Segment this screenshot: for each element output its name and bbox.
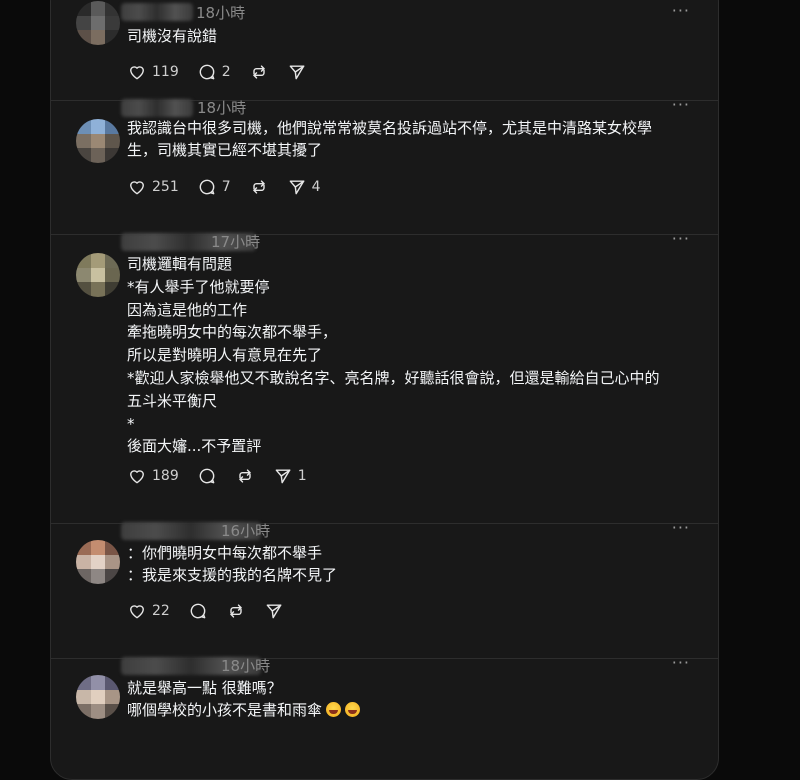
post-text-line: 司機邏輯有問題 <box>127 255 233 273</box>
comment-count: 2 <box>221 64 231 80</box>
post-text-line: 所以是對曉明人有意見在先了 <box>127 346 323 365</box>
post-text-line: *歡迎人家檢舉他又不敢說名字、亮名牌，好聽話很會說，但還是輸給自己心中的 <box>127 368 660 387</box>
avatar[interactable] <box>76 540 120 584</box>
reply-post: 16小時 ··· ：你們曉明女中每次都不舉手 ：我是來支援的我的名牌不見了 22 <box>51 518 718 659</box>
post-text-line: 司機沒有說錯 <box>127 27 218 45</box>
post-text: 司機沒有說錯 <box>127 25 217 47</box>
like-count: 22 <box>152 603 170 619</box>
share-button[interactable]: 4 <box>287 177 321 197</box>
post-text-line: 哪個學校的小孩不是書和雨傘 <box>127 699 361 721</box>
post-text-line: ：你們曉明女中每次都不舉手 <box>127 544 323 562</box>
reply-post: 17小時 ··· 司機邏輯有問題 *有人舉手了他就要停 因為這是他的工作 牽拖曉… <box>51 229 718 524</box>
share-button[interactable]: 1 <box>273 466 307 486</box>
share-icon <box>266 604 282 619</box>
post-text-line: 五斗米平衡尺 <box>127 391 218 410</box>
laughing-emoji-icon <box>345 702 361 717</box>
reply-post: 18小時 ··· 我認識台中很多司機，他們說常常被莫名投訴過站不停，尤其是中清路… <box>51 95 718 235</box>
more-icon[interactable]: ··· <box>672 95 690 114</box>
repost-button[interactable] <box>249 177 269 197</box>
share-count: 1 <box>297 468 307 484</box>
comment-button[interactable]: 7 <box>197 177 231 197</box>
avatar[interactable] <box>76 675 120 719</box>
comment-button[interactable] <box>188 601 208 621</box>
like-count: 119 <box>152 64 179 80</box>
comment-count: 7 <box>221 179 231 195</box>
post-actions: 189 1 <box>127 466 325 486</box>
like-button[interactable]: 119 <box>127 62 179 82</box>
repost-icon <box>252 65 265 79</box>
like-count: 251 <box>152 179 179 195</box>
post-actions: 22 <box>127 601 302 621</box>
thread-reply-list: 18小時 ··· 司機沒有說錯 119 2 18小時 ··· 我認識台中很多司機… <box>50 0 719 780</box>
post-text-line: *有人舉手了他就要停 <box>127 277 270 296</box>
post-text-line: * <box>127 414 135 433</box>
avatar[interactable] <box>76 253 120 297</box>
repost-button[interactable] <box>249 62 269 82</box>
post-text-line: ：我是來支援的我的名牌不見了 <box>127 566 338 584</box>
post-text-segment: 哪個學校的小孩不是書和雨傘 <box>127 701 323 719</box>
post-text: 司機邏輯有問題 *有人舉手了他就要停 因為這是他的工作 牽拖曉明女中的每次都不舉… <box>127 253 660 458</box>
comment-icon <box>199 64 215 80</box>
more-icon[interactable]: ··· <box>672 653 690 672</box>
share-icon <box>289 65 305 80</box>
post-actions: 251 7 4 <box>127 177 339 197</box>
avatar[interactable] <box>76 1 120 45</box>
laughing-emoji-icon <box>326 702 342 717</box>
post-time: 16小時 <box>221 522 271 540</box>
like-count: 189 <box>152 468 179 484</box>
comment-icon <box>190 603 206 619</box>
post-text-line: 後面大嬸...不予置評 <box>127 437 262 456</box>
comment-icon <box>199 179 215 195</box>
post-time: 17小時 <box>211 233 261 251</box>
comment-icon <box>199 468 215 484</box>
repost-button[interactable] <box>226 601 246 621</box>
post-time: 18小時 <box>197 99 247 117</box>
repost-icon <box>230 604 242 618</box>
comment-button[interactable] <box>197 466 217 486</box>
more-icon[interactable]: ··· <box>672 1 690 20</box>
post-actions: 119 2 <box>127 62 325 82</box>
like-button[interactable]: 251 <box>127 177 179 197</box>
more-icon[interactable]: ··· <box>672 229 690 248</box>
share-icon <box>289 180 305 195</box>
share-count: 4 <box>311 179 321 195</box>
heart-icon <box>130 66 144 80</box>
share-icon <box>275 469 291 484</box>
share-button[interactable] <box>264 601 284 621</box>
share-button[interactable] <box>287 62 307 82</box>
post-text: 我認識台中很多司機，他們說常常被莫名投訴過站不停，尤其是中清路某女校學 生，司機… <box>127 117 652 161</box>
reply-post: 18小時 ··· 就是舉高一點 很難嗎？ 哪個學校的小孩不是書和雨傘 <box>51 653 718 779</box>
more-icon[interactable]: ··· <box>672 518 690 537</box>
post-text-line: 生，司機其實已經不堪其擾了 <box>127 141 323 159</box>
avatar[interactable] <box>76 119 120 163</box>
post-time: 18小時 <box>221 657 271 675</box>
post-text: 就是舉高一點 很難嗎？ 哪個學校的小孩不是書和雨傘 <box>127 677 361 721</box>
repost-icon <box>239 469 251 483</box>
post-text-line: 牽拖曉明女中的每次都不舉手， <box>127 323 338 342</box>
post-text-line: 我認識台中很多司機，他們說常常被莫名投訴過站不停，尤其是中清路某女校學 <box>127 119 653 137</box>
post-text-line: 因為這是他的工作 <box>127 300 248 319</box>
like-button[interactable]: 22 <box>127 601 170 621</box>
reply-post: 18小時 ··· 司機沒有說錯 119 2 <box>51 0 718 101</box>
heart-icon <box>130 470 144 484</box>
repost-button[interactable] <box>235 466 255 486</box>
post-time: 18小時 <box>196 4 246 22</box>
post-text: ：你們曉明女中每次都不舉手 ：我是來支援的我的名牌不見了 <box>127 542 337 586</box>
username-blurred[interactable] <box>121 99 193 117</box>
heart-icon <box>130 605 144 619</box>
like-button[interactable]: 189 <box>127 466 179 486</box>
comment-button[interactable]: 2 <box>197 62 231 82</box>
post-text-line: 就是舉高一點 很難嗎？ <box>127 679 282 697</box>
heart-icon <box>130 181 144 195</box>
repost-icon <box>252 180 265 194</box>
username-blurred[interactable] <box>121 3 193 21</box>
